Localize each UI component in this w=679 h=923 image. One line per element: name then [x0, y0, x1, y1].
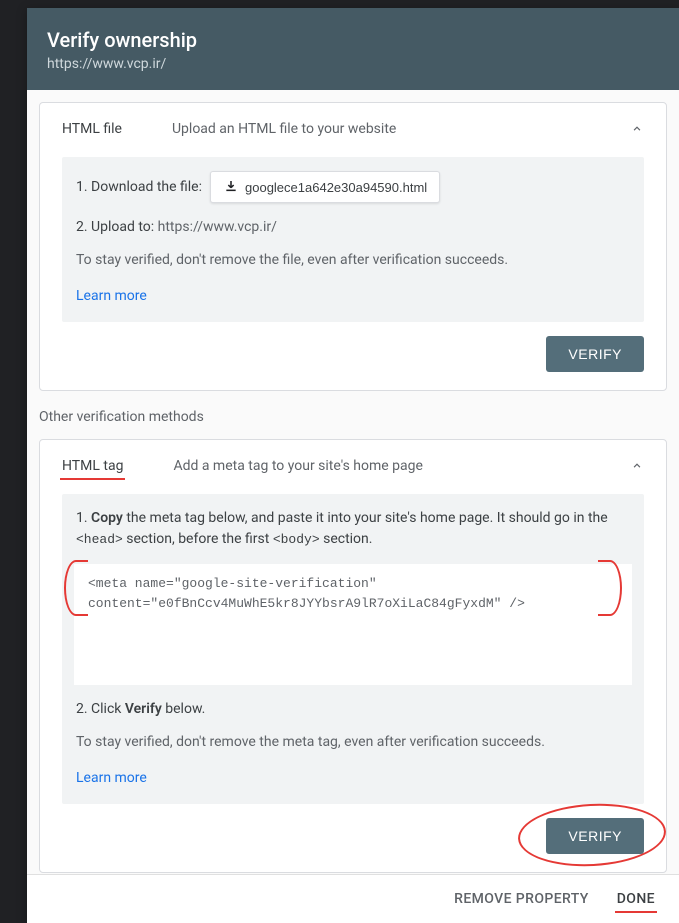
other-methods-label: Other verification methods — [39, 409, 667, 425]
html-tag-learn-more[interactable]: Learn more — [76, 770, 147, 786]
html-file-content: 1. Download the file: googlece1a642e30a9… — [62, 157, 644, 322]
remove-property-button[interactable]: REMOVE PROPERTY — [454, 891, 589, 907]
head-code: <head> — [76, 532, 123, 547]
html-tag-content: 1. Copy the meta tag below, and paste it… — [62, 494, 644, 804]
download-step: 1. Download the file: googlece1a642e30a9… — [76, 171, 630, 203]
annotation-ellipse-left — [64, 560, 88, 616]
html-tag-card: HTML tag Add a meta tag to your site's h… — [39, 439, 667, 873]
chevron-up-icon — [630, 122, 644, 136]
download-prefix: 1. Download the file: — [76, 179, 202, 195]
html-tag-verify-button[interactable]: VERIFY — [546, 818, 644, 854]
download-file-name: googlece1a642e30a94590.html — [245, 180, 427, 195]
copy-word: Copy — [91, 510, 123, 526]
html-file-label: HTML file — [62, 121, 122, 137]
click-verify-step: 2. Click Verify below. — [76, 699, 630, 720]
download-icon — [223, 179, 239, 195]
verify-word: Verify — [125, 701, 162, 717]
dialog-footer: REMOVE PROPERTY DONE — [27, 874, 679, 923]
annotation-ellipse-right — [598, 560, 622, 616]
download-file-button[interactable]: googlece1a642e30a94590.html — [210, 171, 440, 203]
dialog-url: https://www.vcp.ir/ — [47, 56, 659, 72]
dialog: Verify ownership https://www.vcp.ir/ HTM… — [27, 8, 679, 923]
html-file-learn-more[interactable]: Learn more — [76, 288, 147, 304]
dialog-body[interactable]: HTML file Upload an HTML file to your we… — [27, 90, 679, 874]
upload-prefix: 2. Upload to: — [76, 219, 158, 235]
upload-url: https://www.vcp.ir/ — [158, 219, 277, 235]
html-file-card: HTML file Upload an HTML file to your we… — [39, 102, 667, 391]
meta-tag-code[interactable]: <meta name="google-site-verification" co… — [74, 564, 632, 685]
chevron-up-icon — [630, 459, 644, 473]
html-file-hint: To stay verified, don't remove the file,… — [76, 252, 630, 268]
done-button[interactable]: DONE — [617, 891, 655, 907]
upload-step: 2. Upload to: https://www.vcp.ir/ — [76, 217, 630, 238]
html-tag-label: HTML tag — [62, 458, 123, 474]
dialog-header: Verify ownership https://www.vcp.ir/ — [27, 8, 679, 90]
html-file-header[interactable]: HTML file Upload an HTML file to your we… — [62, 121, 644, 137]
html-tag-header[interactable]: HTML tag Add a meta tag to your site's h… — [62, 458, 644, 474]
dialog-title: Verify ownership — [47, 28, 659, 52]
html-tag-hint: To stay verified, don't remove the meta … — [76, 734, 630, 750]
body-code: <body> — [273, 532, 320, 547]
html-file-verify-button[interactable]: VERIFY — [546, 336, 644, 372]
copy-step: 1. Copy the meta tag below, and paste it… — [76, 508, 630, 550]
html-file-desc: Upload an HTML file to your website — [172, 121, 580, 137]
html-tag-desc: Add a meta tag to your site's home page — [173, 458, 580, 474]
